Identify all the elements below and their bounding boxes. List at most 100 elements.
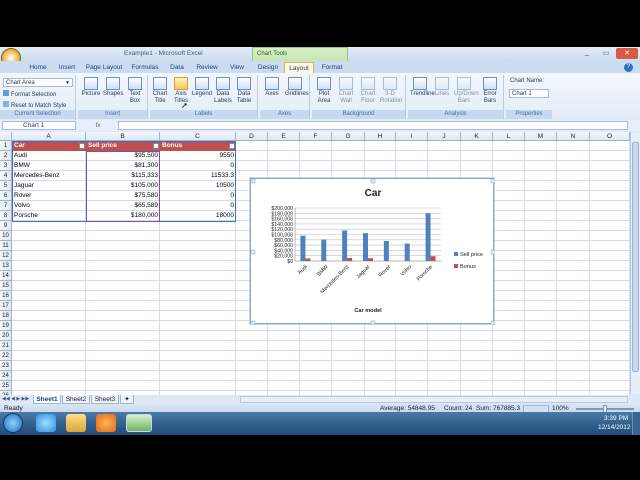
minimize-button[interactable]: _ [578,48,596,59]
tab-layout[interactable]: Layout [284,62,314,73]
scroll-thumb[interactable] [632,142,639,372]
column-header[interactable]: D [236,132,268,141]
column-header[interactable]: N [557,132,590,141]
vertical-scrollbar[interactable] [630,132,640,394]
row-header[interactable]: 15 [0,281,12,291]
shapes-button[interactable]: Shapes [103,77,123,98]
legend-button[interactable]: Legend [192,77,212,98]
chart-title-button[interactable]: Chart Title [150,77,170,105]
insert-sheet-icon[interactable]: ✦ [120,395,134,404]
sheet-tab-3[interactable]: Sheet3 [91,395,119,404]
chart-name-input[interactable]: Chart 1 [509,89,549,98]
row-header[interactable]: 18 [0,311,12,321]
row-header[interactable]: 1 [0,141,12,151]
row-header[interactable]: 10 [0,231,12,241]
sheet-nav-arrows[interactable]: ◀◀ ◀ ▶ ▶▶ [2,396,32,403]
name-box[interactable]: Chart 1 [2,121,76,130]
close-button[interactable]: ✕ [616,48,638,59]
row-header[interactable]: 13 [0,261,12,271]
file-explorer-icon[interactable] [66,414,86,432]
column-header[interactable]: I [396,132,428,141]
row-header[interactable]: 19 [0,321,12,331]
text-box-button[interactable]: Text Box [125,77,145,105]
data-table-button[interactable]: Data Table [234,77,254,105]
row-header[interactable]: 6 [0,191,12,201]
axes-button[interactable]: Axes [262,77,282,98]
column-header[interactable]: M [525,132,557,141]
fx-button[interactable]: fx [80,121,116,130]
column-header[interactable]: H [365,132,396,141]
embedded-chart[interactable]: Car $0 $20,000 $40,000 $60,000 $80,000 $100,00… [250,178,496,326]
help-icon[interactable]: ? [624,63,633,72]
start-button[interactable] [3,413,23,433]
column-header[interactable]: F [300,132,332,141]
trendline-button[interactable]: Trendline [410,77,435,98]
row-header[interactable]: 9 [0,221,12,231]
row-header[interactable]: 20 [0,331,12,341]
row-header[interactable]: 22 [0,351,12,361]
tab-page-layout[interactable]: Page Layout [84,62,124,73]
column-header[interactable]: A [12,132,86,141]
reset-to-match-style-button[interactable]: Reset to Match Style [3,101,75,110]
tab-review[interactable]: Review [192,62,222,73]
row-header[interactable]: 23 [0,361,12,371]
column-header[interactable]: E [268,132,300,141]
select-all-corner[interactable] [0,132,12,141]
column-header[interactable]: O [590,132,630,141]
format-selection-button[interactable]: Format Selection [3,90,73,99]
chart-element-dropdown[interactable]: Chart Area ▼ [3,78,73,87]
tab-formulas[interactable]: Formulas [128,62,162,73]
row-header[interactable]: 14 [0,271,12,281]
up-down-bars-button[interactable]: Up/Down Bars [454,77,479,105]
row-header[interactable]: 16 [0,291,12,301]
tab-insert[interactable]: Insert [54,62,80,73]
tab-home[interactable]: Home [24,62,52,73]
error-bars-button[interactable]: Error Bars [480,77,500,105]
column-header[interactable]: C [160,132,236,141]
column-header[interactable]: J [428,132,461,141]
gridlines-button[interactable]: Gridlines [285,77,309,98]
row-header[interactable]: 11 [0,241,12,251]
row-header[interactable]: 2 [0,151,12,161]
tab-data[interactable]: Data [166,62,188,73]
row-header[interactable]: 21 [0,341,12,351]
quick-access-toolbar[interactable] [24,50,74,58]
internet-explorer-icon[interactable] [36,414,56,432]
row-header[interactable]: 8 [0,211,12,221]
x-tick-label: Volvo [400,264,414,278]
show-desktop-button[interactable] [632,412,640,435]
lines-button[interactable]: Lines [432,77,452,98]
column-header[interactable]: G [332,132,365,141]
axes-icon [265,77,279,90]
3d-rotation-button[interactable]: 3-D Rotation [380,77,402,105]
row-header[interactable]: 3 [0,161,12,171]
tab-view[interactable]: View [226,62,248,73]
row-header[interactable]: 25 [0,381,12,391]
tab-format[interactable]: Format [318,62,346,73]
maximize-button[interactable]: ▭ [597,48,615,59]
row-header[interactable]: 12 [0,251,12,261]
excel-taskbar-icon[interactable] [126,414,152,432]
column-header[interactable]: K [461,132,493,141]
group-background: Plot Area Chart Wall Chart Floor 3-D Rot… [312,75,406,119]
chart-floor-button[interactable]: Chart Floor [358,77,378,105]
chart-wall-button[interactable]: Chart Wall [336,77,356,105]
row-header[interactable]: 7 [0,201,12,211]
row-header[interactable]: 5 [0,181,12,191]
column-header[interactable]: L [493,132,525,141]
horizontal-scrollbar[interactable] [240,396,628,403]
tab-design[interactable]: Design [254,62,282,73]
sheet-tab-1[interactable]: Sheet1 [33,395,61,404]
media-player-icon[interactable] [96,414,116,432]
formula-input[interactable] [118,121,628,130]
plot-area-button[interactable]: Plot Area [314,77,334,105]
sheet-tab-2[interactable]: Sheet2 [62,395,90,404]
data-labels-button[interactable]: Data Labels [213,77,233,105]
row-header[interactable]: 24 [0,371,12,381]
row-header[interactable]: 4 [0,171,12,181]
tray-icons[interactable] [540,418,580,428]
column-header[interactable]: B [86,132,160,141]
row-header[interactable]: 17 [0,301,12,311]
reset-icon [3,101,9,107]
picture-button[interactable]: Picture [81,77,101,98]
